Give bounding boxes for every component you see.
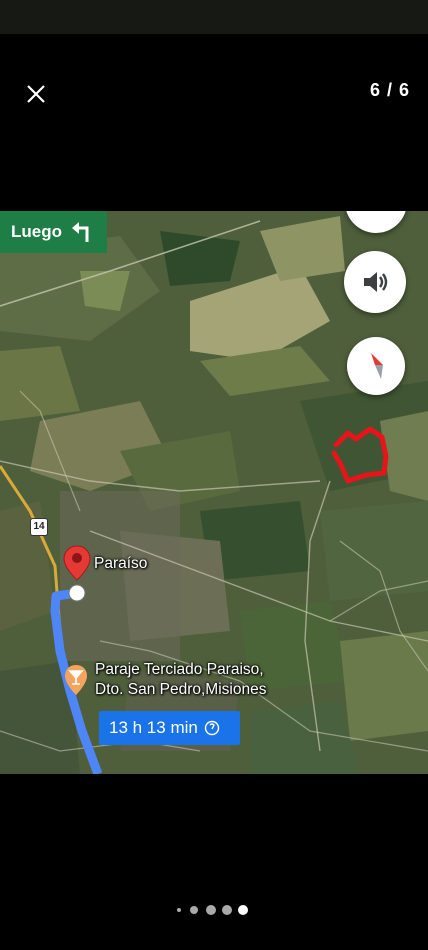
compass-icon bbox=[371, 353, 383, 379]
sound-button[interactable] bbox=[344, 251, 406, 313]
page-dot[interactable] bbox=[222, 905, 232, 915]
poi-label: Paraje Terciado Paraiso, Dto. San Pedro,… bbox=[95, 660, 266, 700]
destination-pin-icon[interactable] bbox=[62, 544, 92, 604]
map-screenshot[interactable]: Luego 14 Paraíso Paraje Terciado Paraiso… bbox=[0, 211, 428, 774]
destination-label: Paraíso bbox=[94, 555, 148, 572]
poi-label-line2: Dto. San Pedro,Misiones bbox=[95, 681, 267, 698]
close-icon bbox=[27, 85, 45, 103]
poi-label-line1: Paraje Terciado Paraiso, bbox=[95, 661, 264, 678]
info-icon bbox=[204, 720, 220, 736]
volume-icon bbox=[364, 272, 388, 292]
page-dot[interactable] bbox=[177, 908, 181, 912]
red-marker-annotation bbox=[331, 426, 389, 484]
next-turn-banner[interactable]: Luego bbox=[0, 211, 107, 253]
turn-left-icon bbox=[72, 222, 89, 242]
top-status-strip bbox=[0, 0, 428, 34]
page-dot-active[interactable] bbox=[238, 905, 248, 915]
close-button[interactable] bbox=[20, 78, 52, 110]
image-counter: 6 / 6 bbox=[369, 80, 410, 100]
route-shield: 14 bbox=[30, 518, 48, 536]
page-dot[interactable] bbox=[206, 905, 216, 915]
eta-label: 13 h 13 min bbox=[109, 718, 198, 737]
eta-badge[interactable]: 13 h 13 min bbox=[99, 711, 240, 745]
page-indicator bbox=[0, 903, 428, 917]
next-turn-label: Luego bbox=[11, 222, 62, 241]
compass-button[interactable] bbox=[347, 337, 405, 395]
drink-icon[interactable] bbox=[64, 664, 88, 696]
page-dot[interactable] bbox=[190, 906, 198, 914]
